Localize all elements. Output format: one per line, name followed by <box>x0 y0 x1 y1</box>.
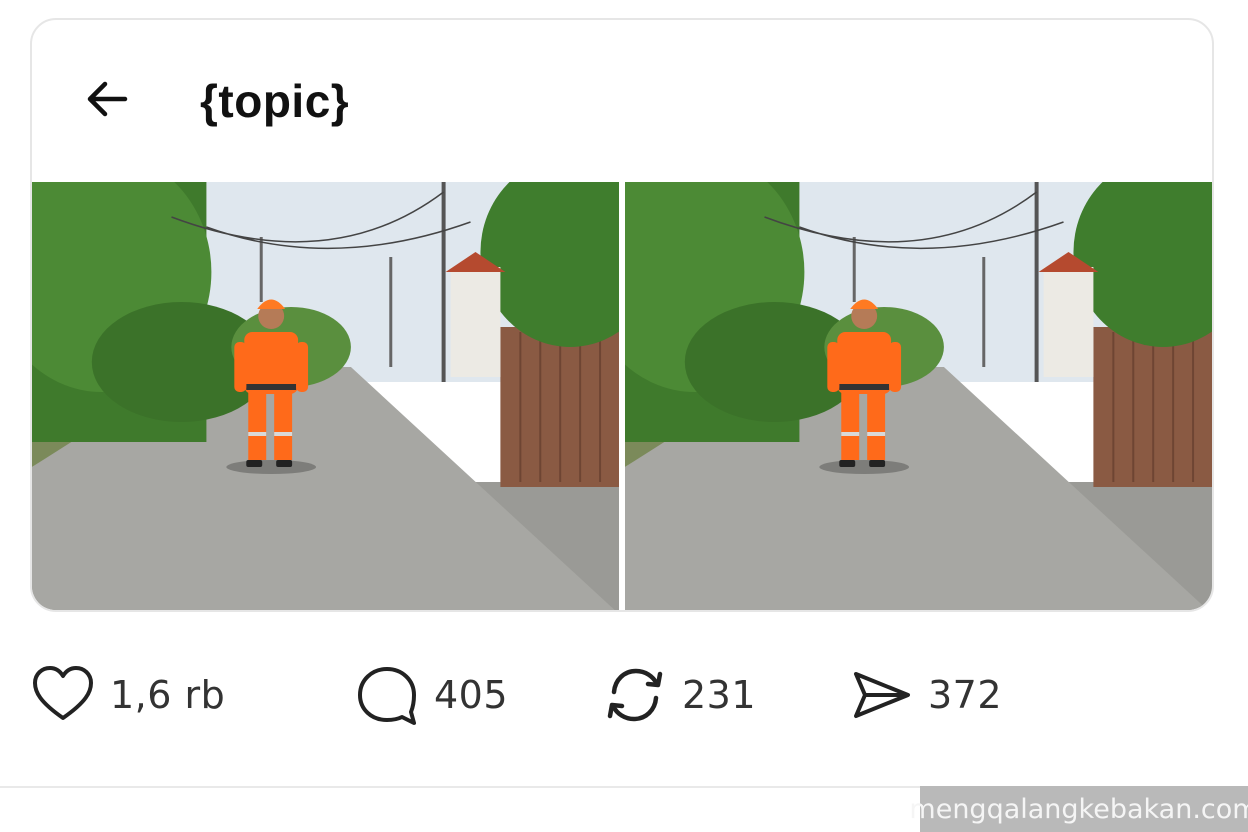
repost-button[interactable]: 231 <box>600 660 756 730</box>
post-title: {topic} <box>200 75 350 127</box>
repost-icon <box>600 660 670 730</box>
comment-button[interactable]: 405 <box>352 660 508 730</box>
repost-count: 231 <box>682 673 757 717</box>
back-button[interactable] <box>78 70 136 128</box>
comment-bubble-icon <box>352 660 422 730</box>
watermark: mengqalangkebakan.com <box>909 786 1248 832</box>
action-bar: 1,6 rb 405 231 372 <box>0 650 1248 740</box>
heart-icon <box>28 660 98 730</box>
like-count: 1,6 rb <box>110 673 226 717</box>
photo-2[interactable] <box>625 182 1212 610</box>
arrow-left-icon <box>87 81 128 117</box>
street-photo <box>32 182 619 610</box>
photo-1[interactable] <box>32 182 619 610</box>
post-header: {topic} <box>32 20 1212 182</box>
share-count: 372 <box>928 673 1003 717</box>
send-icon <box>846 660 916 730</box>
comment-count: 405 <box>434 673 509 717</box>
photo-grid <box>32 182 1212 610</box>
like-button[interactable]: 1,6 rb <box>28 660 225 730</box>
street-photo <box>625 182 1212 610</box>
share-button[interactable]: 372 <box>846 660 1002 730</box>
post-card: {topic} <box>30 18 1214 612</box>
